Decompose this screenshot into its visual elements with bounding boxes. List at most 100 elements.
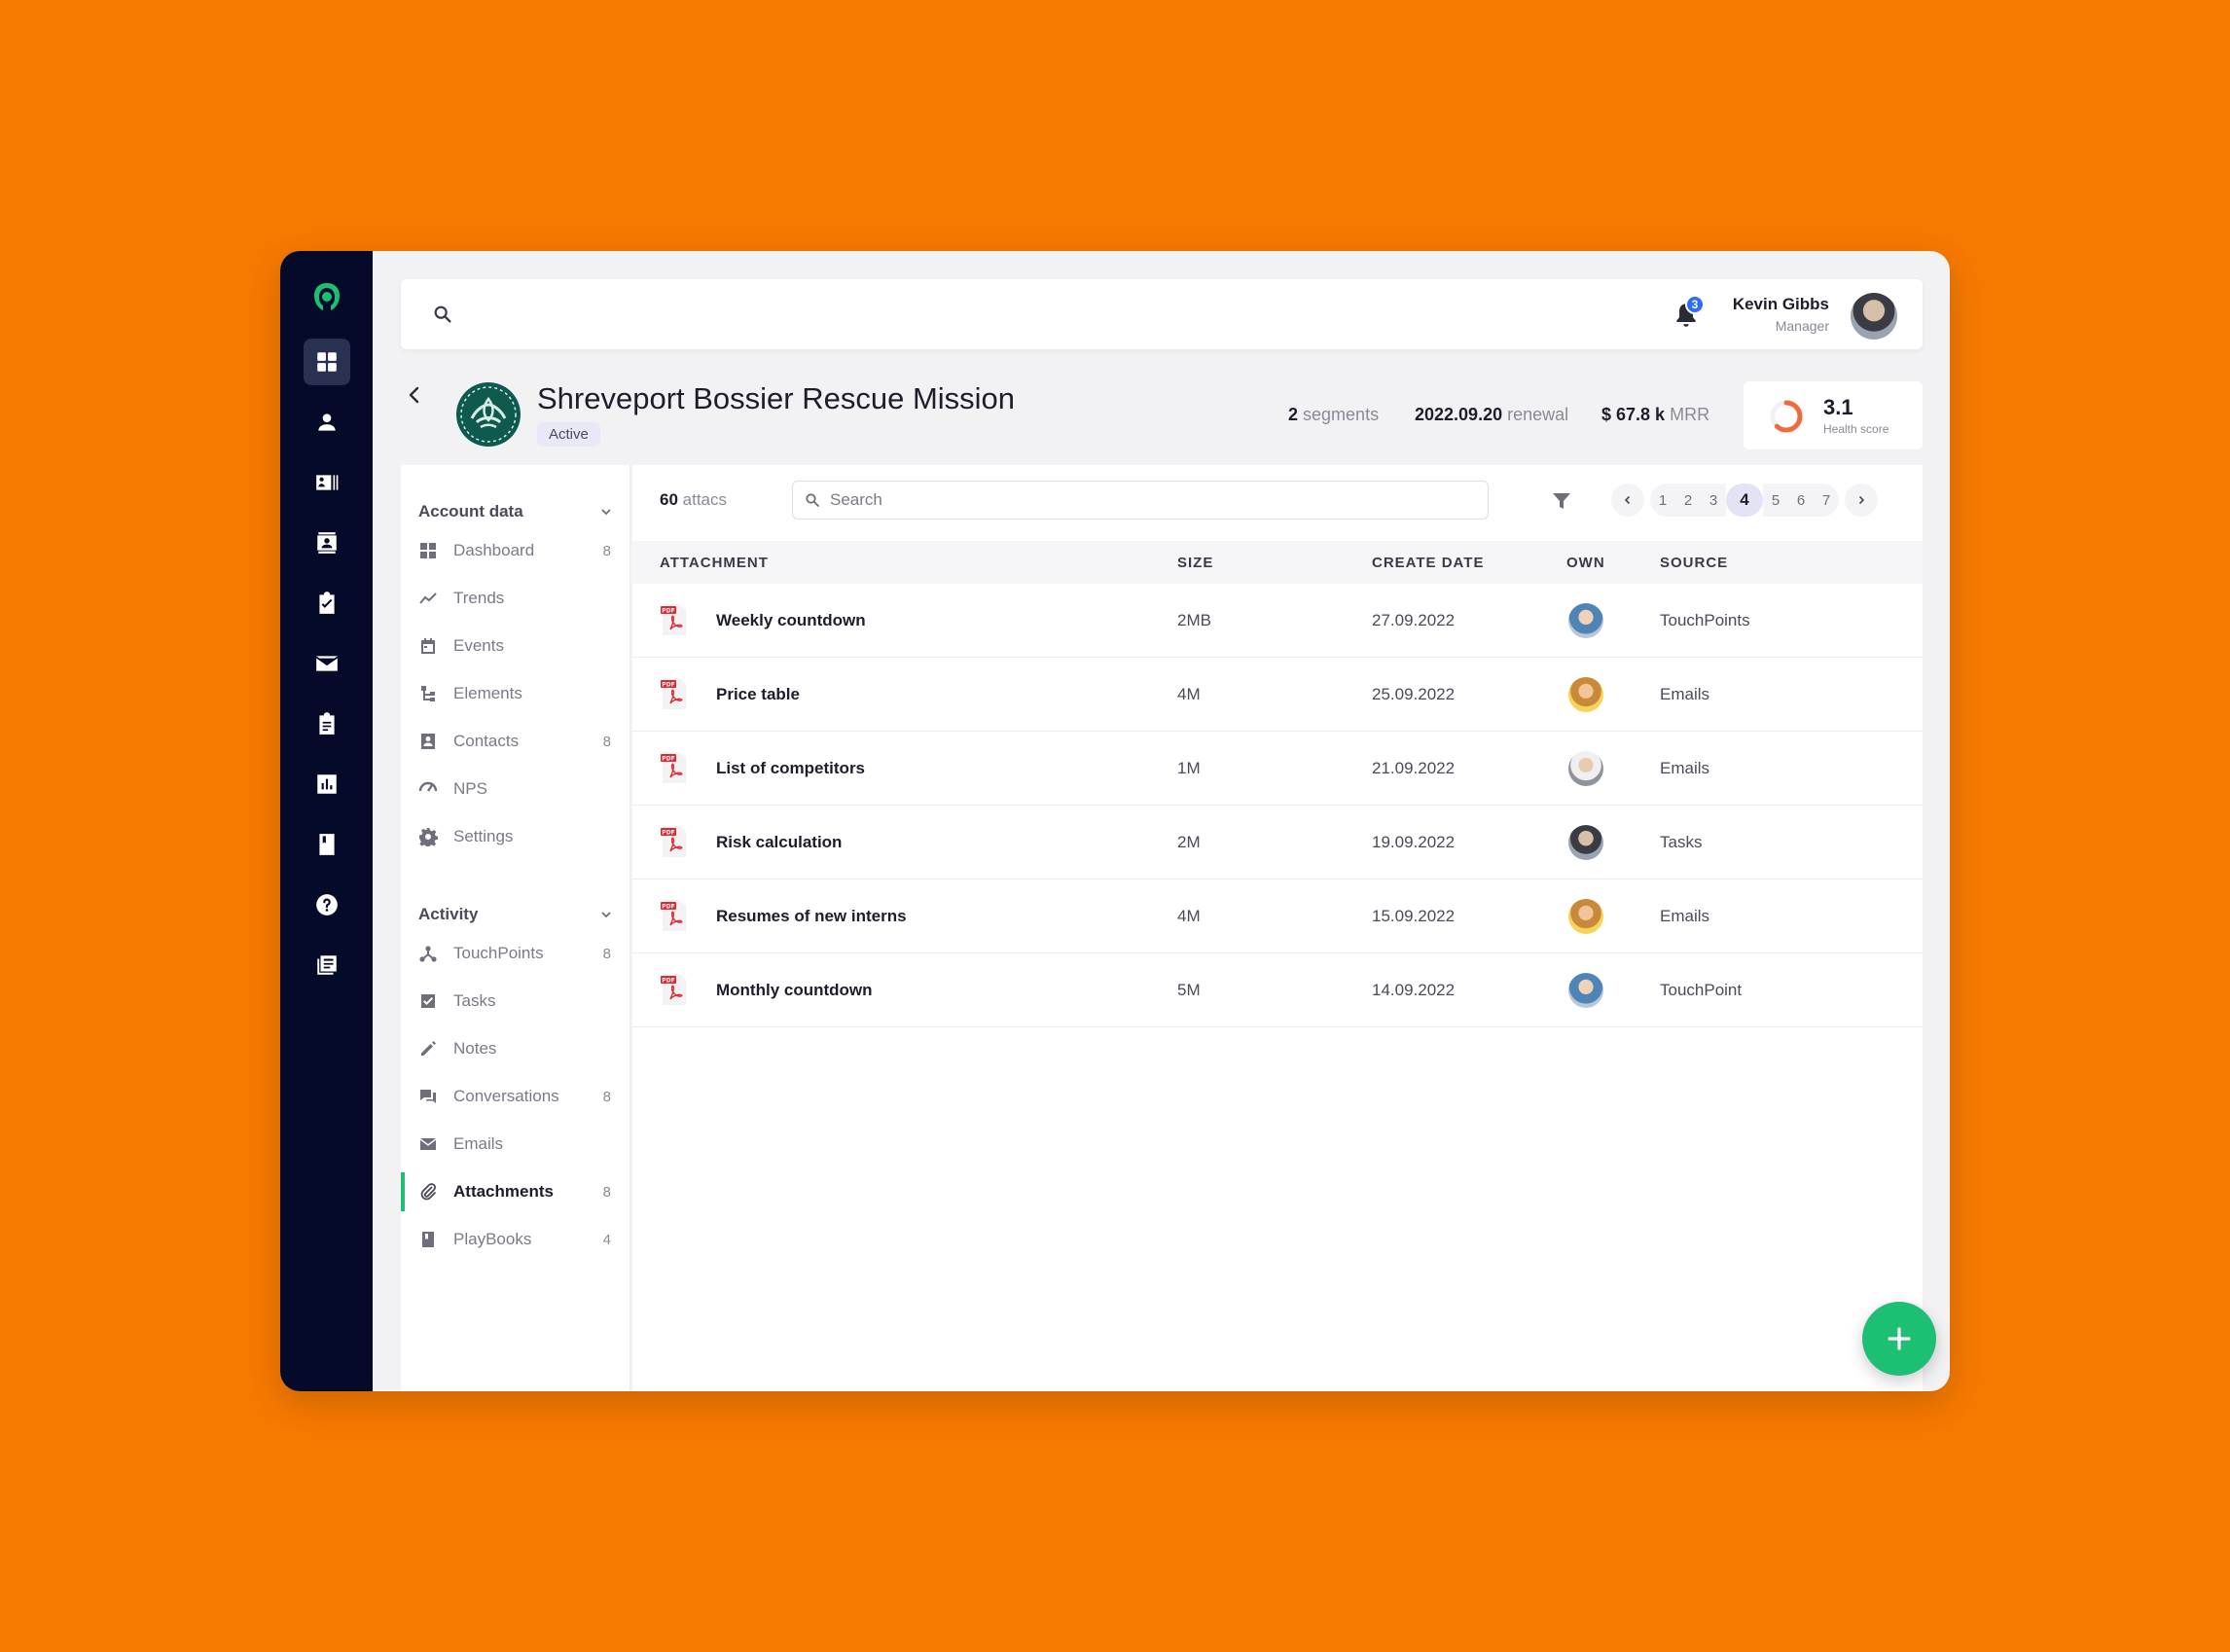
- table-search[interactable]: [792, 481, 1489, 520]
- svg-text:PDF: PDF: [662, 904, 674, 911]
- rail-mail-button[interactable]: [304, 640, 350, 687]
- pagination-page-7[interactable]: 7: [1814, 484, 1839, 517]
- rail-user-button[interactable]: [304, 399, 350, 446]
- sidebar-item-label: Attachments: [453, 1182, 554, 1201]
- health-score-label: Health score: [1823, 422, 1889, 436]
- section-account-data-title: Account data: [418, 502, 523, 521]
- sidebar-item-emails[interactable]: Emails: [401, 1125, 630, 1164]
- search-icon[interactable]: [432, 304, 453, 325]
- grid-icon: [418, 541, 438, 560]
- attachments-panel: 60 attacs 1 2 3 4 5 6 7: [632, 465, 1923, 1391]
- sidebar-item-trends[interactable]: Trends: [401, 579, 630, 618]
- sidebar-item-settings[interactable]: Settings: [401, 817, 630, 856]
- owner-avatar[interactable]: [1568, 603, 1603, 638]
- owner-avatar[interactable]: [1568, 825, 1603, 860]
- chevron-down-icon: [601, 912, 611, 918]
- attachments-count: 60 attacs: [660, 490, 727, 510]
- gear-icon: [418, 827, 438, 848]
- stat-renewal: 2022.09.20 renewal: [1415, 405, 1568, 425]
- user-avatar[interactable]: [1851, 293, 1897, 340]
- attachment-source: Emails: [1660, 685, 1710, 703]
- rail-reports-button[interactable]: [304, 761, 350, 808]
- sidebar-item-label: Settings: [453, 827, 514, 845]
- sidebar-item-touchpoints[interactable]: TouchPoints 8: [401, 934, 630, 973]
- rail-clipboard-button[interactable]: [304, 700, 350, 747]
- section-account-data[interactable]: Account data: [418, 502, 613, 521]
- rail-playbook-button[interactable]: [304, 821, 350, 868]
- user-name[interactable]: Kevin Gibbs: [1733, 295, 1829, 314]
- sidebar-item-count: 8: [602, 733, 611, 750]
- section-activity[interactable]: Activity: [418, 905, 613, 924]
- column-header-own[interactable]: OWN: [1566, 555, 1605, 571]
- column-header-size[interactable]: SIZE: [1177, 555, 1213, 571]
- column-header-attachment[interactable]: ATTACHMENT: [660, 555, 769, 571]
- attachment-size: 2M: [1177, 833, 1201, 851]
- table-row[interactable]: PDF Resumes of new interns 4M 15.09.2022…: [632, 880, 1923, 953]
- sidebar-item-elements[interactable]: Elements: [401, 674, 630, 713]
- rail-contacts-button[interactable]: [304, 520, 350, 566]
- sidebar-item-count: 8: [602, 1183, 611, 1201]
- pdf-file-icon: PDF: [661, 678, 686, 709]
- table-row[interactable]: PDF List of competitors 1M 21.09.2022 Em…: [632, 732, 1923, 806]
- pagination-page-2[interactable]: 2: [1675, 484, 1701, 517]
- attachment-name[interactable]: Monthly countdown: [716, 981, 873, 1000]
- rail-help-button[interactable]: [304, 881, 350, 928]
- rail-news-button[interactable]: [304, 942, 350, 988]
- add-attachment-button[interactable]: [1862, 1302, 1936, 1376]
- user-icon: [317, 413, 336, 431]
- attachment-size: 4M: [1177, 907, 1201, 925]
- pagination-page-5[interactable]: 5: [1763, 484, 1788, 517]
- search-icon: [806, 493, 819, 507]
- contact-card-icon: [315, 475, 338, 490]
- pagination-page-1[interactable]: 1: [1650, 484, 1675, 517]
- sidebar-item-dashboard[interactable]: Dashboard 8: [401, 531, 630, 570]
- owner-avatar[interactable]: [1568, 899, 1603, 934]
- sidebar-item-events[interactable]: Events: [401, 627, 630, 665]
- svg-text:PDF: PDF: [662, 682, 674, 689]
- app-logo-icon[interactable]: [310, 280, 343, 313]
- pdf-file-icon: PDF: [661, 826, 686, 857]
- svg-text:PDF: PDF: [662, 608, 674, 615]
- attachment-name[interactable]: Risk calculation: [716, 833, 842, 852]
- owner-avatar[interactable]: [1568, 973, 1603, 1008]
- sidebar-item-tasks[interactable]: Tasks: [401, 982, 630, 1021]
- pagination-page-6[interactable]: 6: [1788, 484, 1814, 517]
- pagination-next[interactable]: [1845, 484, 1878, 517]
- sidebar-item-label: Tasks: [453, 991, 496, 1010]
- table-row[interactable]: PDF Monthly countdown 5M 14.09.2022 Touc…: [632, 953, 1923, 1027]
- rail-tasks-button[interactable]: [304, 580, 350, 627]
- pagination-page-current[interactable]: 4: [1726, 484, 1763, 517]
- stat-segments-value: 2: [1288, 405, 1299, 424]
- rail-dashboard-button[interactable]: [303, 339, 350, 385]
- attachment-name[interactable]: Weekly countdown: [716, 611, 866, 630]
- pagination-page-3[interactable]: 3: [1701, 484, 1726, 517]
- column-header-create-date[interactable]: CREATE DATE: [1372, 555, 1484, 571]
- pdf-file-icon: PDF: [661, 604, 686, 635]
- sidebar-item-contacts[interactable]: Contacts 8: [401, 722, 630, 761]
- sidebar-item-attachments[interactable]: Attachments 8: [401, 1172, 630, 1211]
- table-row[interactable]: PDF Risk calculation 2M 19.09.2022 Tasks: [632, 806, 1923, 880]
- sidebar-item-notes[interactable]: Notes: [401, 1029, 630, 1068]
- sidebar-item-label: Conversations: [453, 1087, 559, 1105]
- rail-contact-card-button[interactable]: [304, 459, 350, 506]
- owner-avatar[interactable]: [1568, 751, 1603, 786]
- back-chevron-icon[interactable]: [405, 385, 424, 405]
- chevron-down-icon: [601, 509, 611, 516]
- table-row[interactable]: PDF Price table 4M 25.09.2022 Emails: [632, 658, 1923, 732]
- table-search-input[interactable]: [830, 490, 1453, 510]
- attachment-name[interactable]: Resumes of new interns: [716, 907, 907, 926]
- attachment-name[interactable]: Price table: [716, 685, 800, 704]
- table-row[interactable]: PDF Weekly countdown 2MB 27.09.2022 Touc…: [632, 584, 1923, 658]
- sidebar-item-count: 8: [602, 1088, 611, 1105]
- attachment-name[interactable]: List of competitors: [716, 759, 865, 778]
- sidebar-item-conversations[interactable]: Conversations 8: [401, 1077, 630, 1116]
- pagination-prev[interactable]: [1611, 484, 1644, 517]
- sidebar-item-nps[interactable]: NPS: [401, 770, 630, 808]
- sidebar-item-playbooks[interactable]: PlayBooks 4: [401, 1220, 630, 1259]
- column-header-source[interactable]: SOURCE: [1660, 555, 1728, 571]
- sidebar-item-label: Dashboard: [453, 541, 535, 559]
- notification-badge: 3: [1685, 295, 1705, 314]
- filter-icon[interactable]: [1551, 490, 1572, 512]
- owner-avatar[interactable]: [1568, 677, 1603, 712]
- status-badge: Active: [537, 422, 600, 447]
